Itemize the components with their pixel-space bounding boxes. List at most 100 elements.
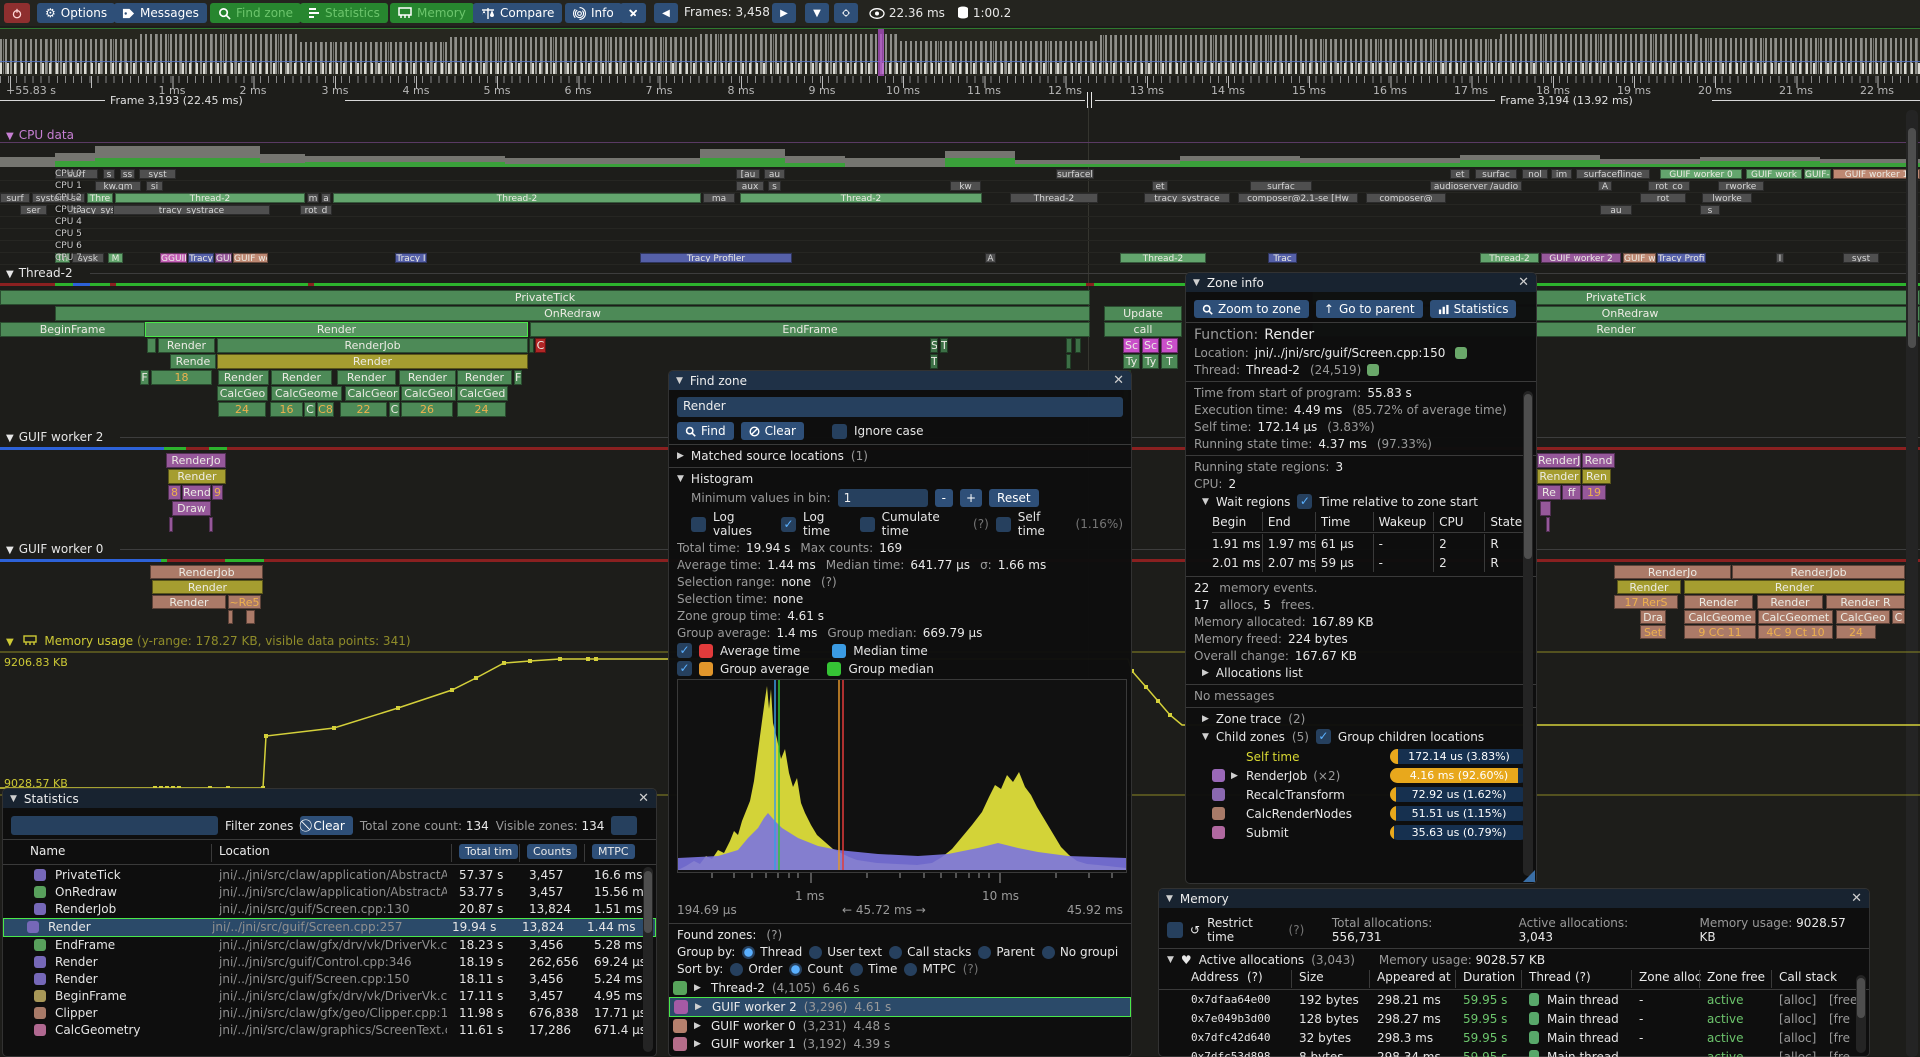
cpu-row[interactable]: CPU 5: [0, 229, 1920, 241]
avg-time-checkbox[interactable]: ✓: [677, 643, 692, 658]
bin-reset-button[interactable]: Reset: [989, 489, 1039, 507]
timeline-zone[interactable]: ser: [20, 205, 47, 215]
timeline-zone[interactable]: Render: [152, 595, 226, 609]
col-name[interactable]: Name: [30, 844, 65, 858]
child-zones-toggle[interactable]: ▼Child zones(5) ✓Group children location…: [1202, 729, 1528, 744]
timeline-zone[interactable]: Thread-2: [1480, 253, 1539, 263]
timeline-zone[interactable]: Sc: [1123, 338, 1140, 353]
timeline-zone[interactable]: 9 CC 11: [1684, 625, 1756, 639]
timeline-zone[interactable]: 24: [457, 402, 506, 417]
active-allocations-toggle[interactable]: ▼ ♥ Active allocations(3,043) Memory usa…: [1167, 953, 1861, 967]
timeline-zone[interactable]: syst: [1843, 253, 1879, 263]
thread-header-guif2[interactable]: ▼GUIF worker 2: [6, 430, 103, 444]
child-zone-row[interactable]: RecalcTransform 72.92 us (1.62%): [1212, 785, 1528, 804]
timeline-zone[interactable]: kw.gm: [95, 181, 141, 191]
group-by-radio[interactable]: Call stacks: [889, 945, 971, 959]
timeline-zone[interactable]: Thre: [87, 193, 113, 203]
timeline-zone[interactable]: audioserver /audio: [1430, 181, 1522, 191]
timeline-zone[interactable]: Render: [145, 322, 528, 337]
timeline-zone[interactable]: RenderJo: [1614, 565, 1731, 579]
timeline-zone[interactable]: au: [1600, 205, 1632, 215]
timeline-zone[interactable]: Render: [1757, 595, 1823, 609]
child-zone-row[interactable]: Submit 35.63 us (0.79%): [1212, 823, 1528, 842]
search-input[interactable]: Render: [677, 397, 1123, 417]
timeline-zone[interactable]: Ty: [1123, 354, 1140, 369]
statistics-row[interactable]: EndFrame jni/../jni/src/claw/gfx/drv/vk/…: [11, 937, 648, 954]
timeline-zone[interactable]: [314, 283, 1086, 286]
clear-button[interactable]: Clear: [741, 422, 804, 440]
timeline-zone[interactable]: [1066, 354, 1071, 369]
timeline-zone[interactable]: Tracy Profiler: [640, 253, 792, 263]
timeline-zone[interactable]: ff: [1562, 485, 1581, 500]
timeline-zone[interactable]: RenderJob: [150, 565, 263, 579]
close-icon[interactable]: ✕: [1518, 275, 1529, 290]
compare-button[interactable]: Compare: [473, 3, 562, 23]
timeline-zone[interactable]: Rende: [170, 354, 216, 369]
timeline-zone[interactable]: A: [1598, 181, 1612, 191]
sort-by-radio[interactable]: Count: [789, 962, 843, 976]
power-button[interactable]: [4, 3, 30, 23]
timeline-zone[interactable]: BeginFrame: [0, 322, 145, 337]
timeline-zone[interactable]: Ty: [1142, 354, 1159, 369]
timeline-zone[interactable]: a: [321, 193, 331, 203]
cpu-data-header[interactable]: ▼CPU data: [6, 128, 74, 142]
prev-frame-button[interactable]: ◀: [654, 3, 678, 23]
found-zone-group[interactable]: ▶ GUIF worker 2 (3,296) 4.61 s: [669, 997, 1131, 1017]
timeline-zone[interactable]: [73, 283, 90, 286]
zoom-to-zone-button[interactable]: Zoom to zone: [1194, 300, 1309, 318]
statistics-row[interactable]: Render jni/../jni/src/guif/Screen.cpp:15…: [11, 971, 648, 988]
timeline-zone[interactable]: kw: [950, 181, 981, 191]
timeline-zone[interactable]: et: [1152, 181, 1168, 191]
timeline-zone[interactable]: et: [1450, 169, 1470, 179]
cpu-row[interactable]: surfssssyst[auausurfaceletsurfacnolimsur…: [0, 169, 1920, 181]
timeline-zone[interactable]: 16: [270, 402, 303, 417]
messages-button[interactable]: Messages: [114, 3, 207, 23]
timeline-zone[interactable]: RenderJ: [1537, 453, 1581, 468]
timeline-zone[interactable]: s: [1700, 205, 1720, 215]
col-zone-alloc[interactable]: Zone alloc: [1639, 970, 1701, 984]
timeline-zone[interactable]: lworke: [1702, 193, 1752, 203]
filter-input[interactable]: [11, 816, 218, 835]
timeline-zone[interactable]: Thread-2: [333, 193, 701, 203]
timeline-zone[interactable]: [169, 517, 173, 532]
timeline-zone[interactable]: CalcGeomet: [1758, 610, 1833, 624]
cpu-row[interactable]: ThsyskMGGUIFTracyGUIGUIF worTracy ITracy…: [0, 253, 1920, 265]
matched-locations-toggle[interactable]: ▶ Matched source locations(1): [677, 449, 1123, 463]
timeline-zone[interactable]: [0, 283, 55, 286]
zone-statistics-button[interactable]: Statistics: [1430, 300, 1517, 318]
find-button[interactable]: Find: [677, 422, 734, 440]
memory-usage-header[interactable]: ▼ Memory usage (y-range: 178.27 KB, visi…: [6, 634, 411, 648]
timeline-zone[interactable]: rot_d: [300, 205, 332, 215]
timeline-zone[interactable]: C: [1892, 610, 1905, 624]
timeline-zone[interactable]: surfac: [1475, 169, 1517, 179]
bin-plus-button[interactable]: +: [960, 489, 982, 507]
child-zone-row[interactable]: ▶ RenderJob (×2) 4.16 ms (92.60%): [1212, 766, 1528, 785]
zone-info-scrollbar[interactable]: [1523, 391, 1533, 876]
bin-minus-button[interactable]: -: [935, 489, 953, 507]
timeline-zone[interactable]: tracy_systrace: [113, 205, 270, 215]
timeline-zone[interactable]: Render: [399, 370, 456, 385]
timeline-zone[interactable]: surfaceflinge: [1576, 169, 1650, 179]
timeline-zone[interactable]: Thread-2: [740, 193, 982, 203]
timeline-zone[interactable]: GGUIF: [160, 253, 187, 263]
timeline-zone[interactable]: Render: [168, 469, 226, 484]
sort-by-radio[interactable]: Order: [730, 962, 782, 976]
timeline-zone[interactable]: Re: [1537, 485, 1561, 500]
min-bin-input[interactable]: 1: [838, 489, 928, 507]
timeline-zone[interactable]: 24: [1836, 625, 1876, 639]
timeline-zone[interactable]: rot_co: [1648, 181, 1690, 191]
timeline-zone[interactable]: Thread-2: [1010, 193, 1098, 203]
statistics-row[interactable]: Clipper jni/../jni/src/claw/gfx/geo/Clip…: [11, 1005, 648, 1022]
group-children-checkbox[interactable]: ✓: [1316, 729, 1331, 744]
timeline-zone[interactable]: CalcGeome: [1684, 610, 1756, 624]
found-zone-group[interactable]: ▶ Thread-2 (4,105) 6.46 s: [669, 979, 1131, 997]
timeline-zone[interactable]: [90, 283, 110, 286]
col-thread[interactable]: Thread: [1529, 970, 1571, 984]
col-address[interactable]: Address: [1191, 970, 1239, 984]
allocation-row[interactable]: 0x7dfaa64e00 192 bytes 298.21 ms 59.95 s…: [1167, 991, 1861, 1010]
group-avg-checkbox[interactable]: ✓: [677, 661, 692, 676]
timeline-zone[interactable]: 18: [151, 370, 212, 385]
timeline-zone[interactable]: [1700, 161, 1820, 167]
timeline-zone[interactable]: 19: [1582, 485, 1606, 500]
timeline-zone[interactable]: surfacel: [1056, 169, 1094, 179]
